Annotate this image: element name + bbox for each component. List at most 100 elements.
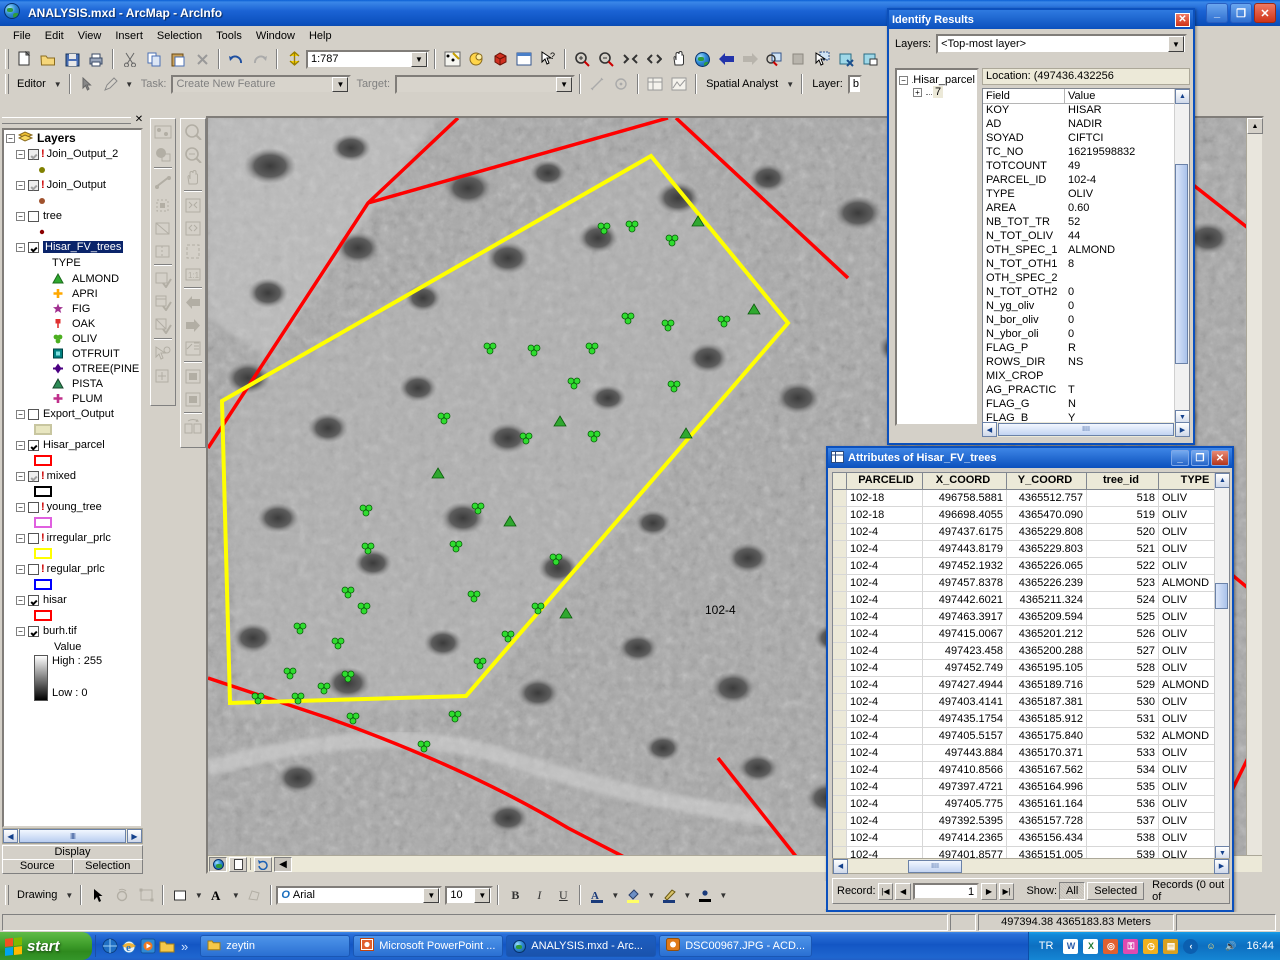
layer-visibility-checkbox[interactable]	[28, 594, 39, 606]
expand-icon[interactable]: −	[16, 502, 25, 512]
layer-visibility-checkbox[interactable]	[28, 148, 39, 160]
table-row[interactable]: 102-4 497403.4141 4365187.381 530 OLIV	[833, 694, 1229, 711]
layer-visibility-checkbox[interactable]	[28, 241, 39, 253]
table-row[interactable]: 102-4 497463.3917 4365209.594 525 OLIV	[833, 609, 1229, 626]
expand-icon[interactable]: −	[16, 242, 25, 252]
new-window-icon[interactable]	[512, 48, 536, 70]
drawing-chevron-down-icon[interactable]: ▼	[62, 884, 76, 906]
toc-source-tab[interactable]: Source	[2, 859, 73, 874]
toc-class-almond[interactable]: ALMOND	[4, 271, 141, 286]
clip-icon[interactable]	[152, 217, 174, 239]
clock-tray-icon[interactable]: ◷	[1143, 938, 1159, 954]
row-select-handle[interactable]	[833, 626, 847, 642]
layer-visibility-checkbox[interactable]	[28, 563, 39, 575]
layer-visibility-checkbox[interactable]	[28, 439, 39, 451]
topology-edit-icon[interactable]	[152, 365, 174, 387]
internet-explorer-icon[interactable]: e	[121, 938, 137, 954]
maximize-button[interactable]: ❐	[1230, 3, 1252, 23]
toc-layer-young-tree[interactable]: − ! young_tree	[4, 499, 141, 515]
row-select-handle[interactable]	[833, 609, 847, 625]
underline-button[interactable]: U	[551, 884, 575, 906]
toc-class-fig[interactable]: FIG	[4, 301, 141, 316]
toc-layer-hisar-parcel[interactable]: − Hisar_parcel	[4, 437, 141, 453]
map-scale-combo[interactable]: 1:787 ▼	[306, 49, 430, 69]
editor-chevron-down-icon[interactable]: ▼	[51, 73, 65, 95]
toc-layer-join-output[interactable]: − ! Join_Output	[4, 177, 141, 193]
target-chevron-down-icon[interactable]: ▼	[556, 76, 573, 92]
clear-selection-icon[interactable]	[834, 48, 858, 70]
row-select-handle[interactable]	[833, 541, 847, 557]
identify-close-button[interactable]: ✕	[1175, 12, 1190, 27]
expand-icon[interactable]: −	[16, 564, 25, 574]
zoom-in-icon[interactable]	[570, 48, 594, 70]
identify-horizontal-scrollbar[interactable]: ◀ IIII ▶	[982, 422, 1190, 437]
expand-icon[interactable]: −	[16, 409, 25, 419]
italic-button[interactable]: I	[527, 884, 551, 906]
identify-field-row[interactable]: TOTCOUNT 49	[983, 160, 1189, 174]
toolbar-grip[interactable]	[5, 49, 9, 69]
zoom-whole-page-icon[interactable]	[182, 240, 204, 262]
excel-icon[interactable]: X	[1083, 938, 1099, 954]
identify-feature-tree[interactable]: − Hisar_parcel + 7	[895, 68, 979, 426]
table-row[interactable]: 102-18 496698.4055 4365470.090 519 OLIV	[833, 507, 1229, 524]
new-document-icon[interactable]	[12, 48, 36, 70]
expand-icon[interactable]: −	[16, 440, 25, 450]
attributes-horizontal-scrollbar[interactable]: ◀ IIII ▶	[832, 858, 1230, 874]
pan-layout-icon[interactable]	[182, 166, 204, 188]
next-record-icon[interactable]: ▶	[981, 882, 997, 900]
redo-icon[interactable]	[248, 48, 272, 70]
toc-layer-mixed[interactable]: − ! mixed	[4, 468, 141, 484]
error-inspector-icon[interactable]	[152, 342, 174, 364]
undo-icon[interactable]	[224, 48, 248, 70]
drawing-toolbar-grip[interactable]	[5, 885, 9, 905]
row-select-handle[interactable]	[833, 524, 847, 540]
row-select-handle[interactable]	[833, 490, 847, 506]
spatial-analyst-chevron-down-icon[interactable]: ▼	[783, 73, 797, 95]
expand-icon[interactable]: −	[16, 533, 25, 543]
expand-icon[interactable]: −	[16, 211, 25, 221]
previous-record-icon[interactable]: ◀	[895, 882, 911, 900]
3d-analyst-icon[interactable]	[488, 48, 512, 70]
menu-item-tools[interactable]: Tools	[209, 28, 249, 44]
scroll-left-icon[interactable]: ◀	[833, 858, 848, 874]
scroll-left-icon[interactable]: ◀	[3, 829, 18, 843]
collapse-icon[interactable]: −	[899, 75, 908, 85]
new-rectangle-icon[interactable]	[168, 884, 192, 906]
fixed-zoom-out-icon[interactable]	[642, 48, 666, 70]
sketch-pencil-icon[interactable]	[99, 73, 123, 95]
row-select-handle[interactable]	[833, 813, 847, 829]
show-desktop-icon[interactable]	[102, 938, 118, 954]
identify-field-row[interactable]: FLAG_G N	[983, 398, 1189, 412]
identify-field-row[interactable]: N_TOT_OTH2 0	[983, 286, 1189, 300]
font-size-combo[interactable]: 10 ▼	[445, 885, 494, 905]
identify-field-row[interactable]: KOY HISAR	[983, 104, 1189, 118]
scroll-right-icon[interactable]: ▶	[1175, 422, 1190, 437]
toc-close-icon[interactable]: ✕	[133, 115, 145, 126]
row-select-handle[interactable]	[833, 507, 847, 523]
table-row[interactable]: 102-4 497397.4721 4365164.996 535 OLIV	[833, 779, 1229, 796]
map-tips-icon[interactable]	[464, 48, 488, 70]
bold-button[interactable]: B	[503, 884, 527, 906]
identify-field-row[interactable]: MIX_CROP	[983, 370, 1189, 384]
identify-field-row[interactable]: TC_NO 16219598832	[983, 146, 1189, 160]
identify-tree-child[interactable]: + 7	[899, 86, 975, 98]
measure-icon[interactable]	[585, 73, 609, 95]
table-row[interactable]: 102-4 497443.8179 4365229.803 521 OLIV	[833, 541, 1229, 558]
menu-item-file[interactable]: File	[6, 28, 38, 44]
edit-arrow-icon[interactable]	[75, 73, 99, 95]
scroll-left-icon[interactable]: ◀	[982, 422, 997, 437]
pan-icon[interactable]	[666, 48, 690, 70]
scrollbar-thumb[interactable]	[1175, 164, 1188, 364]
table-row[interactable]: 102-18 496758.5881 4365512.757 518 OLIV	[833, 490, 1229, 507]
table-row[interactable]: 102-4 497415.0067 4365201.212 526 OLIV	[833, 626, 1229, 643]
scrollbar-thumb[interactable]: IIII	[19, 829, 126, 843]
word-icon[interactable]: W	[1063, 938, 1079, 954]
first-record-icon[interactable]: |◀	[877, 882, 894, 900]
table-row[interactable]: 102-4 497392.5395 4365157.728 537 OLIV	[833, 813, 1229, 830]
toc-layer-regular-prlc[interactable]: − ! regular_prlc	[4, 561, 141, 577]
expand-icon[interactable]: −	[16, 471, 25, 481]
split-icon[interactable]	[152, 240, 174, 262]
minimize-button[interactable]: _	[1206, 3, 1228, 23]
target-combo[interactable]: ▼	[395, 74, 576, 94]
chevron-down-icon[interactable]: ▼	[411, 51, 427, 67]
